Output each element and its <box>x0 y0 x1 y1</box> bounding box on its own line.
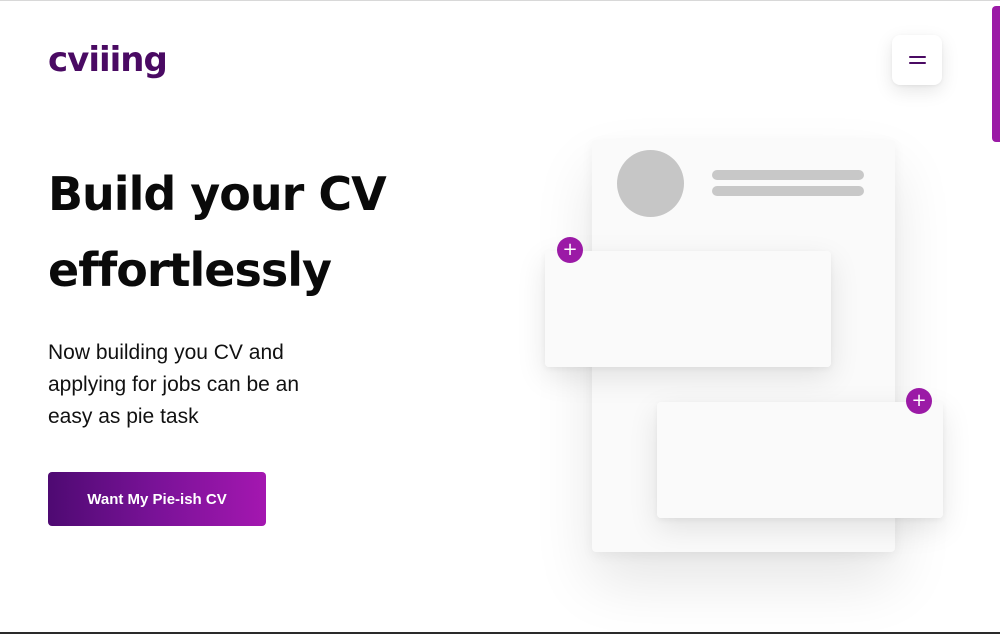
add-section-icon[interactable]: + <box>557 237 583 263</box>
hero-subtitle: Now building you CV and applying for job… <box>48 337 378 433</box>
avatar-placeholder <box>617 150 684 217</box>
text-line-placeholder <box>712 170 864 180</box>
hero-subtitle-line-2: applying for jobs can be an <box>48 373 300 396</box>
cv-section-card <box>657 402 943 518</box>
cta-button[interactable]: Want My Pie-ish CV <box>48 472 266 526</box>
brand-logo[interactable]: cviiing <box>48 38 168 82</box>
hero-subtitle-line-3: easy as pie task <box>48 405 199 428</box>
text-line-placeholder <box>712 186 864 196</box>
scrollbar-thumb[interactable] <box>992 6 1000 142</box>
top-border <box>0 0 1000 1</box>
hero-title-line-2: effortlessly <box>48 243 332 297</box>
cv-illustration: + + <box>0 0 1000 634</box>
hero-subtitle-line-1: Now building you CV and <box>48 341 284 364</box>
cv-card <box>592 140 895 552</box>
hamburger-menu-icon <box>909 56 926 58</box>
hamburger-menu-icon-bar <box>909 62 926 64</box>
hero-title: Build your CV effortlessly <box>48 156 468 308</box>
add-section-icon[interactable]: + <box>906 388 932 414</box>
menu-button[interactable] <box>892 35 942 85</box>
hero-title-line-1: Build your CV <box>48 167 387 221</box>
cv-section-card <box>545 251 831 367</box>
